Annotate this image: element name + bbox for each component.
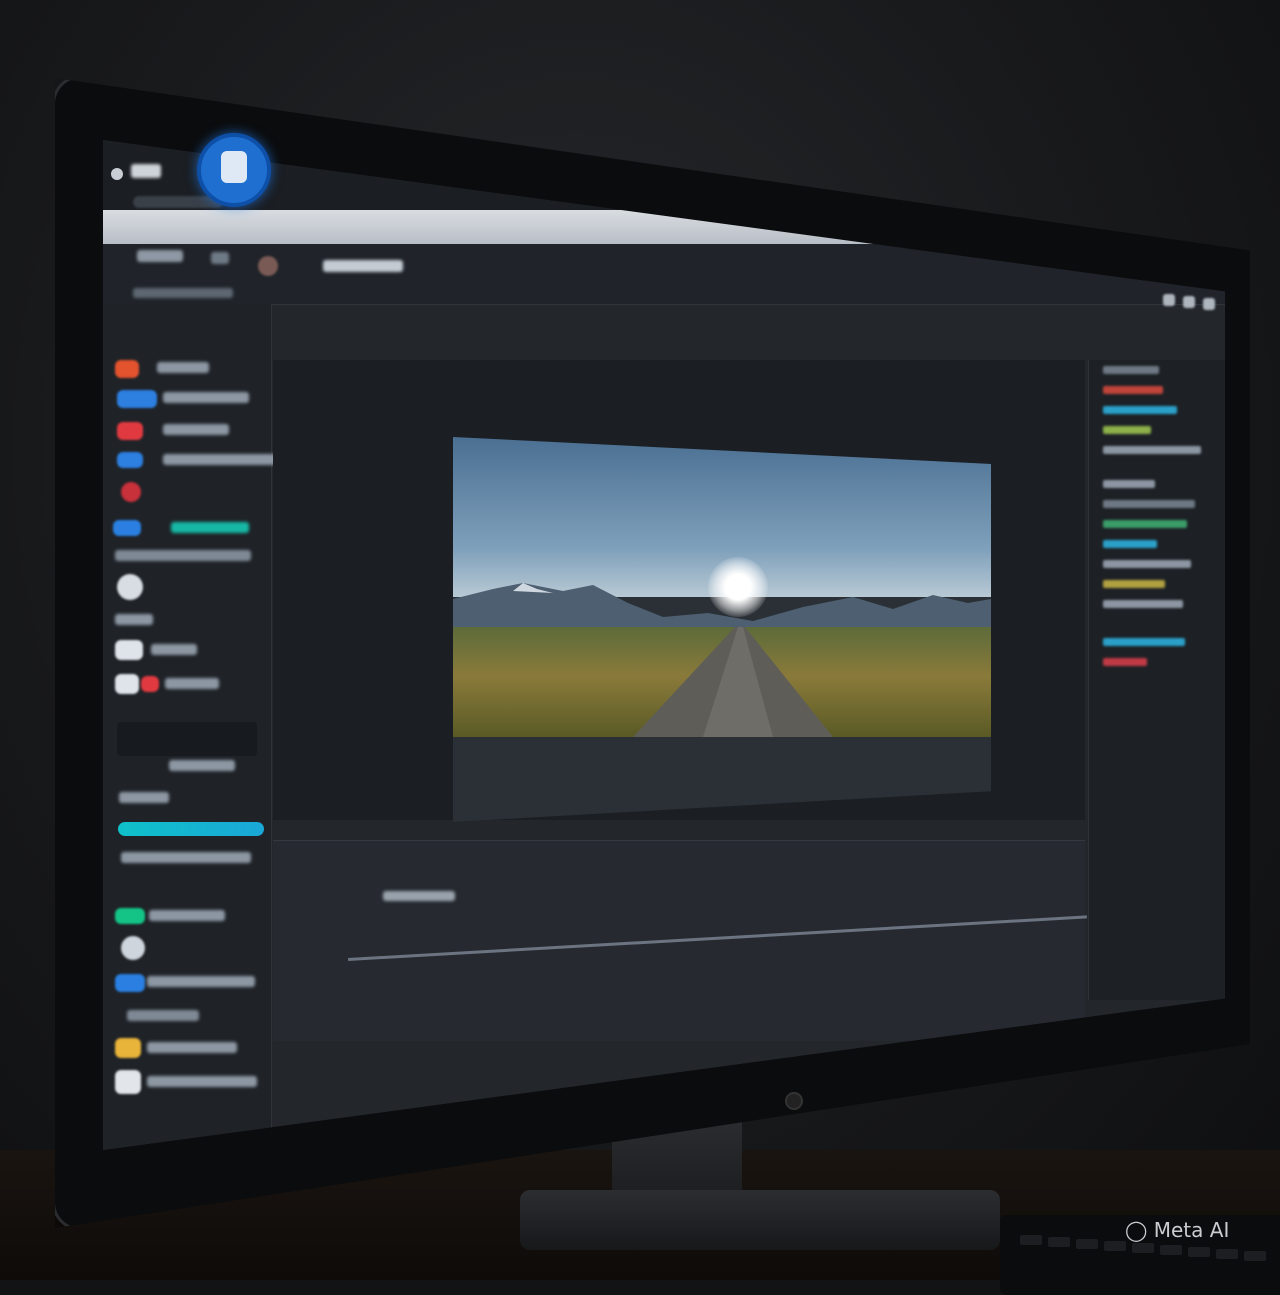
- property-row-14[interactable]: [1103, 658, 1147, 666]
- property-row-11[interactable]: [1103, 580, 1165, 588]
- left-sidebar: [103, 304, 319, 1150]
- maximize-icon[interactable]: [1183, 296, 1195, 308]
- canvas-image-preview[interactable]: [453, 437, 991, 822]
- search-icon: ◯: [1125, 1218, 1148, 1242]
- tool-label-active[interactable]: [171, 522, 249, 533]
- layer-label-3[interactable]: [127, 1010, 199, 1021]
- section-label: [115, 550, 251, 561]
- layer-toggle-icon[interactable]: [115, 908, 145, 924]
- circle-button-icon[interactable]: [117, 574, 143, 600]
- monitor-power-led: [785, 1092, 803, 1110]
- property-row-4[interactable]: [1103, 426, 1151, 434]
- property-row-3[interactable]: [1103, 406, 1177, 414]
- layer-label[interactable]: [149, 910, 225, 921]
- folder-icon[interactable]: [115, 1038, 141, 1058]
- property-row-7[interactable]: [1103, 500, 1195, 508]
- image-road: [633, 627, 833, 737]
- property-row-2[interactable]: [1103, 386, 1163, 394]
- watermark-text: Meta AI: [1153, 1218, 1230, 1242]
- window-title: [131, 164, 161, 178]
- record-icon[interactable]: [121, 936, 145, 960]
- property-row-10[interactable]: [1103, 560, 1191, 568]
- profile-avatar-icon[interactable]: [258, 256, 278, 276]
- property-row-9[interactable]: [1103, 540, 1157, 548]
- tool-icon-6[interactable]: [113, 520, 141, 536]
- timeline-label: [383, 891, 455, 901]
- property-row-12[interactable]: [1103, 600, 1183, 608]
- sidebar-note: [121, 852, 251, 863]
- minimize-icon[interactable]: [1163, 294, 1175, 306]
- app-logo-icon[interactable]: [197, 133, 271, 207]
- tool-icon-5[interactable]: [121, 482, 141, 502]
- box-widget[interactable]: [117, 722, 257, 756]
- accent-slider[interactable]: [118, 822, 264, 836]
- tool-label-2[interactable]: [163, 392, 249, 403]
- toolbar-project-title: [323, 260, 403, 272]
- tool-label-1[interactable]: [157, 362, 209, 373]
- property-row-8[interactable]: [1103, 520, 1187, 528]
- property-row-5[interactable]: [1103, 446, 1201, 454]
- tool-icon-10[interactable]: [141, 676, 159, 692]
- layer-label-5[interactable]: [147, 1076, 257, 1087]
- layer-icon-2[interactable]: [115, 974, 145, 992]
- toolbar-item-2[interactable]: [211, 252, 229, 264]
- tool-icon-3[interactable]: [117, 422, 143, 440]
- tool-label-3[interactable]: [163, 424, 229, 435]
- tool-label-7[interactable]: [115, 614, 153, 625]
- property-row-13[interactable]: [1103, 638, 1185, 646]
- tool-icon-2[interactable]: [117, 390, 157, 408]
- property-row-6[interactable]: [1103, 480, 1155, 488]
- toolbar-item-1[interactable]: [137, 250, 183, 262]
- tool-label-9[interactable]: [165, 678, 219, 689]
- property-row-1[interactable]: [1103, 366, 1159, 374]
- slider-label: [119, 792, 169, 803]
- tool-icon-4[interactable]: [117, 452, 143, 468]
- layer-label-2[interactable]: [147, 976, 255, 987]
- window-menu-icon[interactable]: [111, 168, 123, 180]
- layer-label-4[interactable]: [147, 1042, 237, 1053]
- toolbar-subitem[interactable]: [133, 288, 233, 298]
- tool-label-8[interactable]: [151, 644, 197, 655]
- right-properties-panel: [1088, 360, 1225, 1000]
- tool-icon-9[interactable]: [115, 674, 139, 694]
- tool-icon-1[interactable]: [115, 360, 139, 378]
- watermark: ◯ Meta AI: [1125, 1218, 1229, 1242]
- document-icon[interactable]: [115, 1070, 141, 1094]
- widget-label: [169, 760, 235, 771]
- monitor-stand-base: [520, 1190, 1000, 1250]
- close-icon[interactable]: [1203, 298, 1215, 310]
- tool-icon-8[interactable]: [115, 640, 143, 660]
